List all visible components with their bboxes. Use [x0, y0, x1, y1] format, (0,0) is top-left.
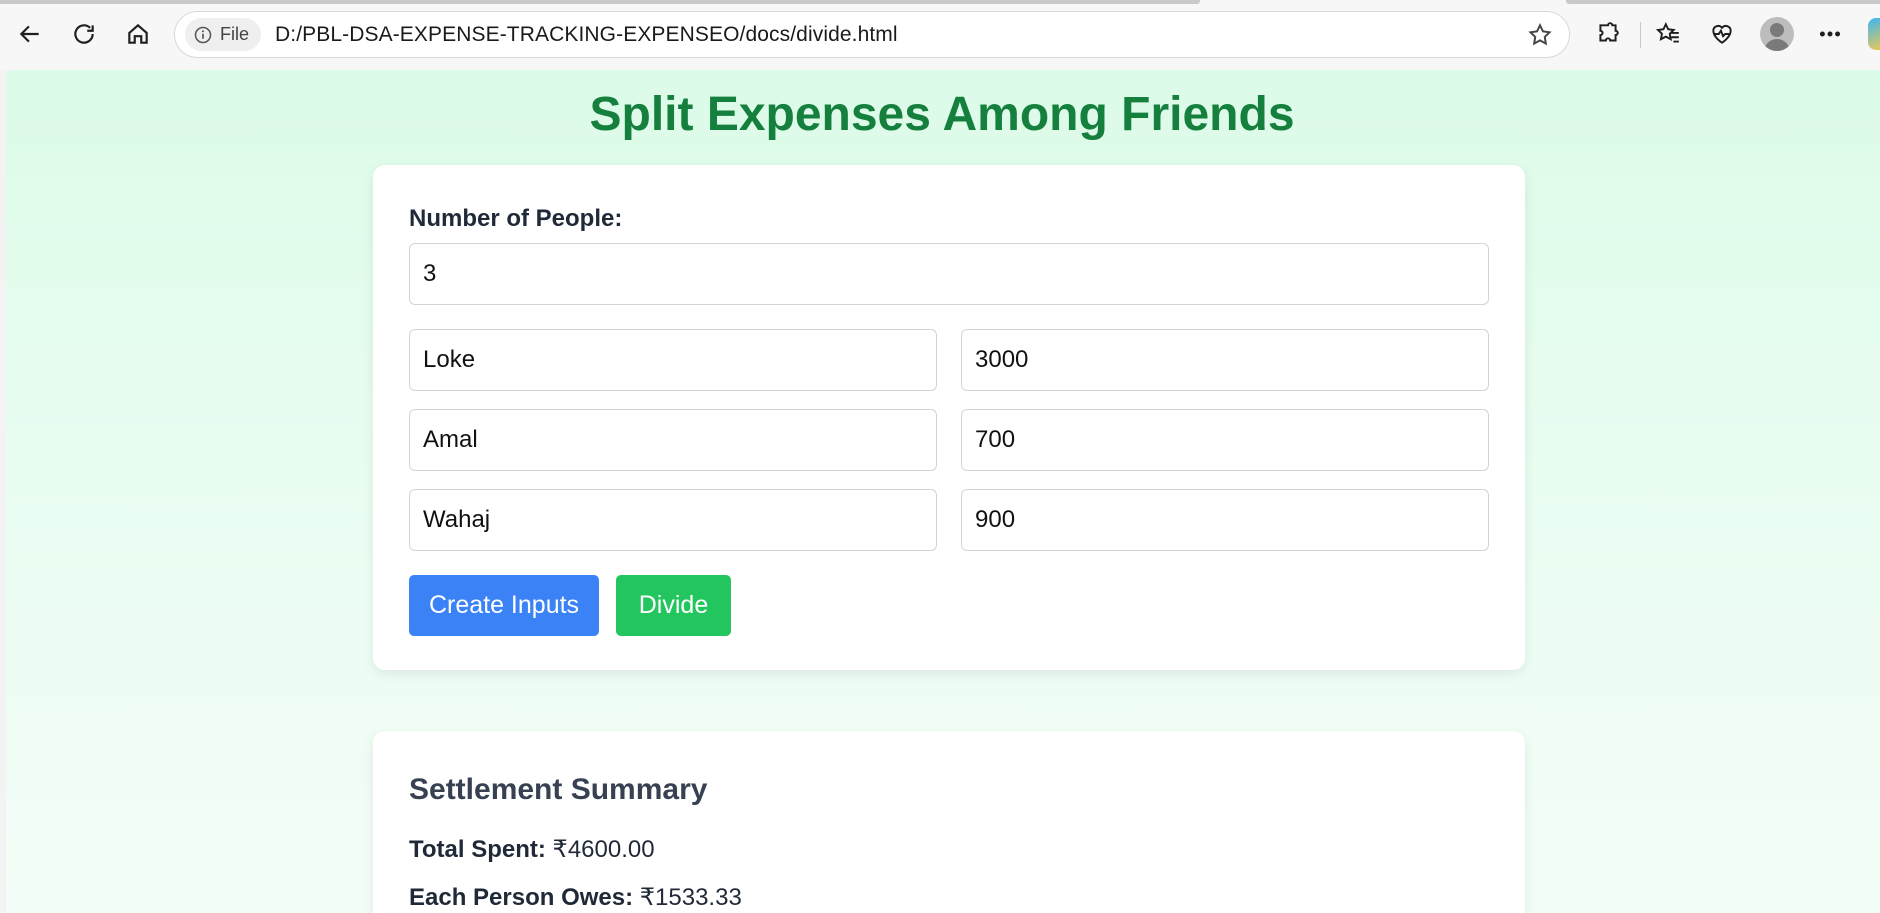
- each-owes-value: ₹1533.33: [639, 884, 742, 911]
- refresh-icon: [74, 24, 94, 44]
- heart-pulse-icon: [1712, 24, 1732, 44]
- people-count-input[interactable]: 3: [409, 243, 1489, 305]
- person-amount-input-1[interactable]: 3000: [961, 329, 1489, 391]
- more-dots-icon: [1819, 31, 1841, 37]
- star-icon: [1528, 23, 1552, 46]
- profile-avatar[interactable]: [1760, 17, 1794, 51]
- total-spent-label: Total Spent:: [409, 836, 546, 863]
- favorites-star-icon: [1655, 21, 1679, 43]
- total-spent-line: Total Spent: ₹4600.00: [409, 835, 655, 864]
- back-arrow-icon: [19, 25, 39, 43]
- people-count-label: Number of People:: [409, 205, 623, 232]
- person-amount-input-2[interactable]: 700: [961, 409, 1489, 471]
- page-title: Split Expenses Among Friends: [589, 88, 1295, 141]
- person-amount-input-3[interactable]: 900: [961, 489, 1489, 551]
- tab-strip: [0, 0, 1200, 4]
- browser-essentials-button[interactable]: [1702, 14, 1742, 54]
- each-owes-label: Each Person Owes:: [409, 884, 634, 911]
- favorites-button[interactable]: [1648, 14, 1688, 54]
- copilot-icon[interactable]: [1868, 18, 1880, 50]
- person-name-input-1[interactable]: Loke: [409, 329, 937, 391]
- home-icon: [128, 23, 148, 44]
- summary-title: Settlement Summary: [409, 773, 708, 806]
- info-icon: [194, 26, 212, 43]
- site-info-label: File: [220, 24, 250, 44]
- person-name-input-2[interactable]: Amal: [409, 409, 937, 471]
- site-info-button[interactable]: File: [185, 18, 262, 51]
- favorite-button[interactable]: [1525, 20, 1555, 50]
- home-button[interactable]: [118, 14, 158, 54]
- page-content: Split Expenses Among Friends Number of P…: [6, 70, 1880, 913]
- browser-toolbar: File D:/PBL-DSA-EXPENSE-TRACKING-EXPENSE…: [0, 0, 1880, 70]
- extensions-button[interactable]: [1588, 14, 1628, 54]
- create-inputs-button[interactable]: Create Inputs: [409, 575, 599, 636]
- url-text[interactable]: D:/PBL-DSA-EXPENSE-TRACKING-EXPENSEO/doc…: [275, 23, 898, 47]
- toolbar-separator: [1640, 22, 1641, 48]
- divide-button[interactable]: Divide: [616, 575, 731, 636]
- person-name-input-3[interactable]: Wahaj: [409, 489, 937, 551]
- settlement-summary-card: Settlement Summary Total Spent: ₹4600.00…: [373, 731, 1525, 913]
- puzzle-icon: [1599, 22, 1619, 42]
- avatar-head: [1770, 23, 1784, 37]
- each-owes-line: Each Person Owes: ₹1533.33: [409, 883, 742, 912]
- address-bar[interactable]: File D:/PBL-DSA-EXPENSE-TRACKING-EXPENSE…: [174, 11, 1570, 58]
- total-spent-value: ₹4600.00: [552, 836, 655, 863]
- back-button[interactable]: [10, 14, 50, 54]
- tab-strip-right: [1566, 0, 1880, 4]
- split-form-card: Number of People: 3 Loke 3000 Amal 700 W…: [373, 165, 1525, 670]
- avatar-body: [1764, 39, 1790, 51]
- more-menu-button[interactable]: [1810, 14, 1850, 54]
- refresh-button[interactable]: [64, 14, 104, 54]
